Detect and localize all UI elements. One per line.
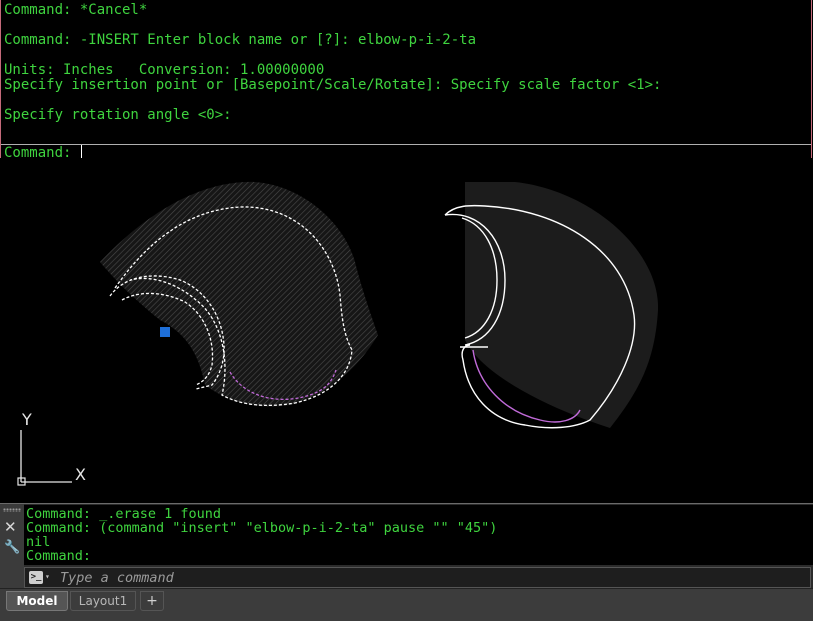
palette-grip[interactable]: ✕ 🔧 xyxy=(0,504,24,589)
layout-tab-bar: Model Layout1 + xyxy=(0,588,813,621)
history-line: Command: xyxy=(26,548,92,564)
text-cursor xyxy=(80,145,82,158)
command-placeholder: Type a command xyxy=(60,570,174,586)
original-elbow-block[interactable] xyxy=(444,182,659,429)
ucs-y-label: Y xyxy=(22,410,32,429)
drag-handle-icon[interactable] xyxy=(3,508,21,512)
history-line: Units: Inches Conversion: 1.00000000 xyxy=(4,62,325,78)
history-line: Command: _.erase 1 found xyxy=(26,506,222,522)
drawing-svg[interactable] xyxy=(0,158,813,503)
tab-layout1[interactable]: Layout1 xyxy=(70,591,136,611)
text-window-divider xyxy=(1,144,811,145)
add-layout-button[interactable]: + xyxy=(140,591,164,611)
tab-model[interactable]: Model xyxy=(6,591,68,611)
rotated-elbow-block[interactable] xyxy=(100,181,378,407)
command-prompt-icon[interactable]: >_ xyxy=(29,571,43,584)
prompt-text: Command: xyxy=(4,145,72,158)
history-line: Specify insertion point or [Basepoint/Sc… xyxy=(4,77,662,93)
command-input[interactable]: >_ ▾ Type a command xyxy=(24,567,811,588)
history-line: Specify rotation angle <0>: xyxy=(4,107,232,123)
command-text-window: Command: *Cancel* Command: -INSERT Enter… xyxy=(0,0,812,158)
text-window-prompt[interactable]: Command: xyxy=(4,145,82,158)
history-line: nil xyxy=(26,534,51,550)
chevron-down-icon[interactable]: ▾ xyxy=(45,572,50,581)
close-icon[interactable]: ✕ xyxy=(4,518,17,536)
history-line: Command: *Cancel* xyxy=(4,2,148,18)
command-line-palette: ✕ 🔧 Command: _.erase 1 found Command: (c… xyxy=(0,503,813,589)
ucs-x-label: X xyxy=(75,465,86,484)
model-space-canvas[interactable]: Y X xyxy=(0,158,813,503)
wrench-icon[interactable]: 🔧 xyxy=(4,540,20,555)
insertion-grip[interactable] xyxy=(160,327,170,337)
ucs-icon xyxy=(17,430,72,486)
history-line: Command: -INSERT Enter block name or [?]… xyxy=(4,32,477,48)
command-history: Command: _.erase 1 found Command: (comma… xyxy=(24,505,813,565)
history-line: Command: (command "insert" "elbow-p-i-2-… xyxy=(26,520,498,536)
